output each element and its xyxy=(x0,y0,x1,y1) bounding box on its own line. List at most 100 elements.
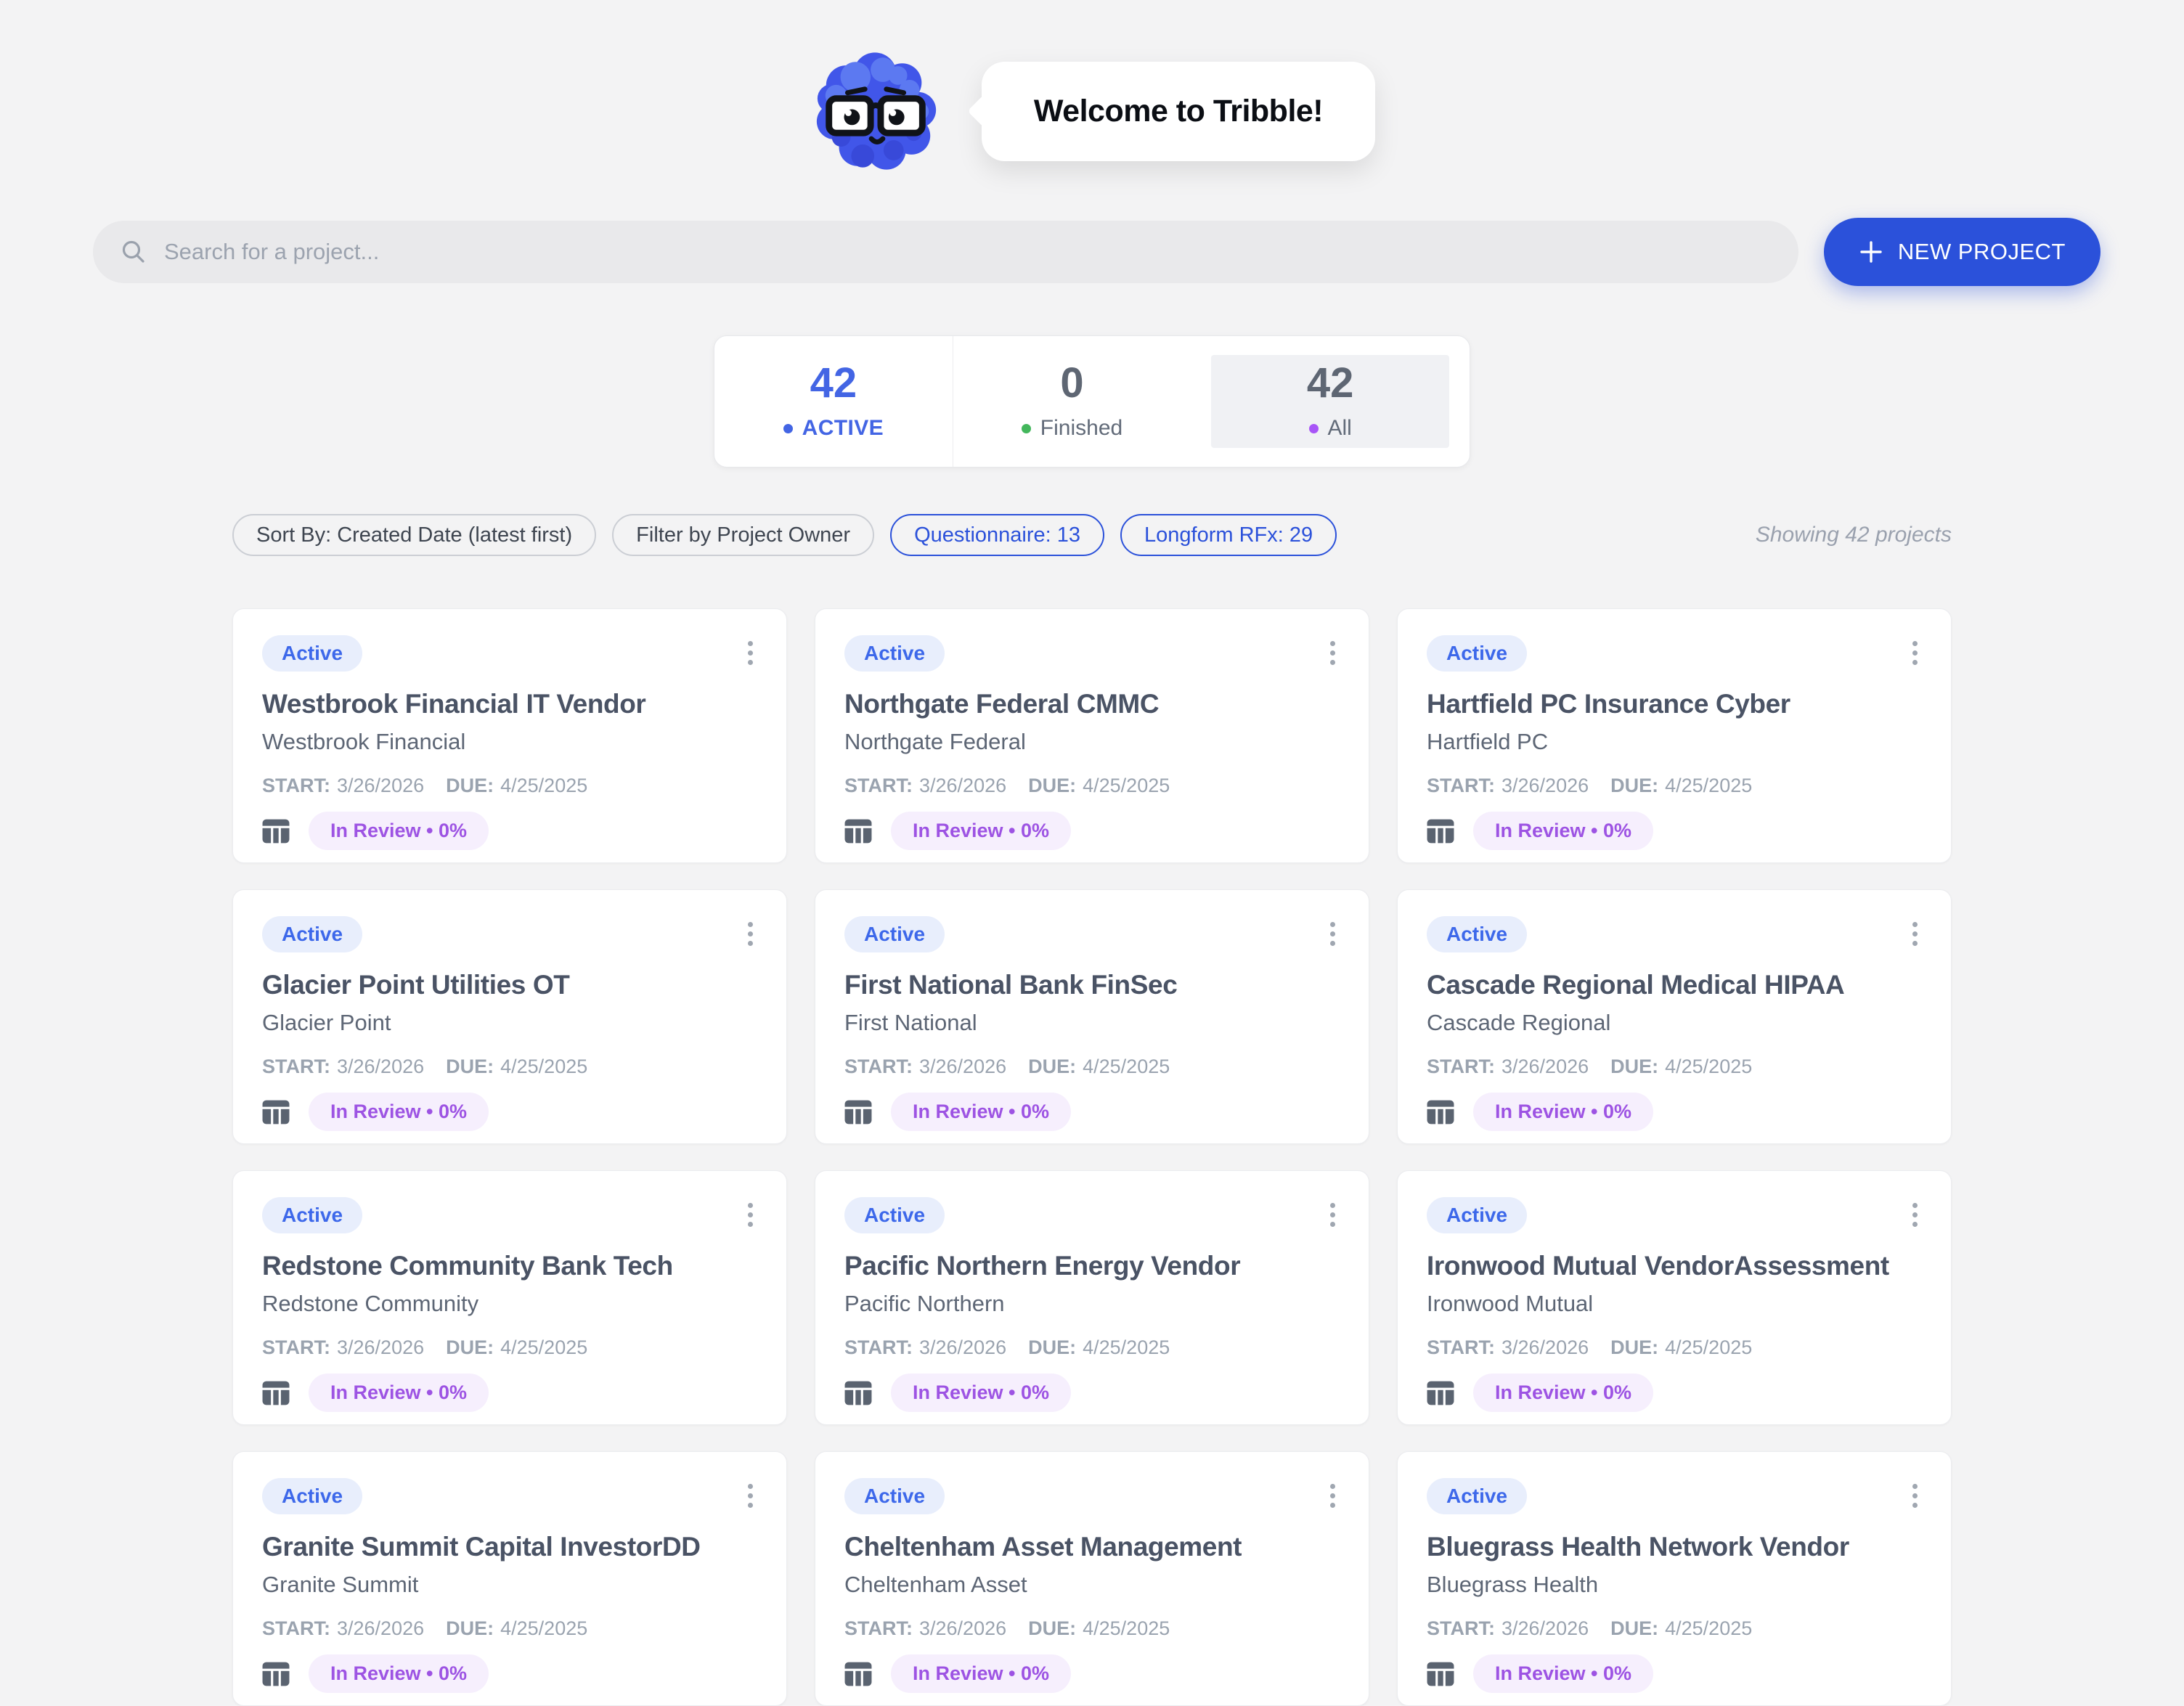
stat-tab-all[interactable]: 42 All xyxy=(1191,336,1470,467)
start-date: START:3/26/2026 xyxy=(262,1617,424,1640)
project-card[interactable]: Active Redstone Community Bank Tech Reds… xyxy=(232,1170,787,1425)
kebab-menu-icon[interactable] xyxy=(1908,916,1922,952)
project-company: Cheltenham Asset xyxy=(844,1572,1340,1598)
project-dates: START:3/26/2026 DUE:4/25/2025 xyxy=(262,1056,757,1078)
stat-tab-active[interactable]: 42 ACTIVE xyxy=(714,336,953,467)
project-title: Pacific Northern Energy Vendor xyxy=(844,1251,1340,1282)
status-badge: Active xyxy=(1427,916,1527,952)
project-dates: START:3/26/2026 DUE:4/25/2025 xyxy=(1427,1336,1922,1359)
due-date: DUE:4/25/2025 xyxy=(1610,775,1752,797)
card-footer: In Review • 0% xyxy=(1427,1093,1922,1131)
project-company: Glacier Point xyxy=(262,1010,757,1036)
kebab-menu-icon[interactable] xyxy=(743,635,757,671)
project-company: Cascade Regional xyxy=(1427,1010,1922,1036)
project-card[interactable]: Active Glacier Point Utilities OT Glacie… xyxy=(232,889,787,1144)
due-date: DUE:4/25/2025 xyxy=(1610,1056,1752,1078)
table-icon xyxy=(844,1662,872,1686)
project-card[interactable]: Active Cascade Regional Medical HIPAA Ca… xyxy=(1397,889,1952,1144)
card-footer: In Review • 0% xyxy=(262,812,757,850)
table-icon xyxy=(844,1100,872,1125)
card-footer: In Review • 0% xyxy=(1427,1654,1922,1693)
kebab-menu-icon[interactable] xyxy=(743,916,757,952)
status-dot-finished xyxy=(1022,424,1031,433)
stat-finished-label: Finished xyxy=(1022,416,1122,441)
project-title: Ironwood Mutual VendorAssessment xyxy=(1427,1251,1922,1282)
project-company: First National xyxy=(844,1010,1340,1036)
project-card[interactable]: Active Ironwood Mutual VendorAssessment … xyxy=(1397,1170,1952,1425)
kebab-menu-icon[interactable] xyxy=(1326,635,1340,671)
kebab-menu-icon[interactable] xyxy=(1326,1478,1340,1514)
due-date: DUE:4/25/2025 xyxy=(1028,1617,1170,1640)
status-dot-all xyxy=(1309,424,1319,433)
table-icon xyxy=(1427,1662,1454,1686)
project-company: Pacific Northern xyxy=(844,1291,1340,1317)
kebab-menu-icon[interactable] xyxy=(1908,1478,1922,1514)
filter-toolbar: Sort By: Created Date (latest first) Fil… xyxy=(232,514,1952,556)
review-progress-badge: In Review • 0% xyxy=(1473,1374,1653,1412)
status-badge: Active xyxy=(262,916,362,952)
card-header: Active xyxy=(844,635,1340,672)
project-card[interactable]: Active Westbrook Financial IT Vendor Wes… xyxy=(232,608,787,863)
new-project-button[interactable]: NEW PROJECT xyxy=(1824,218,2101,286)
stats-section: 42 ACTIVE 0 Finished 42 All xyxy=(0,335,2184,468)
project-card[interactable]: Active Bluegrass Health Network Vendor B… xyxy=(1397,1451,1952,1706)
start-date: START:3/26/2026 xyxy=(844,1056,1006,1078)
project-card[interactable]: Active Pacific Northern Energy Vendor Pa… xyxy=(815,1170,1369,1425)
stat-tab-finished[interactable]: 0 Finished xyxy=(953,336,1191,467)
status-badge: Active xyxy=(262,635,362,672)
project-card[interactable]: Active First National Bank FinSec First … xyxy=(815,889,1369,1144)
status-badge: Active xyxy=(1427,1478,1527,1514)
kebab-menu-icon[interactable] xyxy=(1326,916,1340,952)
filter-owner-chip[interactable]: Filter by Project Owner xyxy=(612,514,874,556)
card-footer: In Review • 0% xyxy=(262,1374,757,1412)
project-card[interactable]: Active Hartfield PC Insurance Cyber Hart… xyxy=(1397,608,1952,863)
card-footer: In Review • 0% xyxy=(844,1654,1340,1693)
search-icon xyxy=(121,239,147,265)
due-date: DUE:4/25/2025 xyxy=(446,775,587,797)
card-header: Active xyxy=(262,635,757,672)
plus-icon xyxy=(1859,240,1883,264)
project-card[interactable]: Active Granite Summit Capital InvestorDD… xyxy=(232,1451,787,1706)
project-dates: START:3/26/2026 DUE:4/25/2025 xyxy=(844,775,1340,797)
project-dates: START:3/26/2026 DUE:4/25/2025 xyxy=(1427,775,1922,797)
search-input[interactable] xyxy=(164,239,1788,265)
longform-rfx-filter-chip[interactable]: Longform RFx: 29 xyxy=(1120,514,1337,556)
status-badge: Active xyxy=(844,1197,945,1233)
search-bar[interactable] xyxy=(93,221,1798,283)
status-dot-active xyxy=(783,424,793,433)
review-progress-badge: In Review • 0% xyxy=(1473,812,1653,850)
table-icon xyxy=(262,1662,290,1686)
project-card[interactable]: Active Cheltenham Asset Management Chelt… xyxy=(815,1451,1369,1706)
start-date: START:3/26/2026 xyxy=(1427,1617,1589,1640)
start-date: START:3/26/2026 xyxy=(1427,1336,1589,1359)
status-badge: Active xyxy=(844,916,945,952)
kebab-menu-icon[interactable] xyxy=(1908,1197,1922,1233)
kebab-menu-icon[interactable] xyxy=(1908,635,1922,671)
sort-by-chip[interactable]: Sort By: Created Date (latest first) xyxy=(232,514,596,556)
start-date: START:3/26/2026 xyxy=(1427,1056,1589,1078)
table-icon xyxy=(1427,819,1454,844)
card-footer: In Review • 0% xyxy=(1427,812,1922,850)
project-title: Bluegrass Health Network Vendor xyxy=(1427,1532,1922,1563)
start-date: START:3/26/2026 xyxy=(262,1336,424,1359)
stat-active-value: 42 xyxy=(810,362,857,404)
project-title: Cascade Regional Medical HIPAA xyxy=(1427,970,1922,1001)
card-footer: In Review • 0% xyxy=(262,1093,757,1131)
table-icon xyxy=(844,1381,872,1405)
kebab-menu-icon[interactable] xyxy=(743,1478,757,1514)
due-date: DUE:4/25/2025 xyxy=(446,1336,587,1359)
review-progress-badge: In Review • 0% xyxy=(309,812,489,850)
project-dates: START:3/26/2026 DUE:4/25/2025 xyxy=(1427,1056,1922,1078)
card-header: Active xyxy=(262,916,757,952)
project-title: First National Bank FinSec xyxy=(844,970,1340,1001)
welcome-text: Welcome to Tribble! xyxy=(1034,94,1323,129)
project-dates: START:3/26/2026 DUE:4/25/2025 xyxy=(844,1056,1340,1078)
kebab-menu-icon[interactable] xyxy=(743,1197,757,1233)
due-date: DUE:4/25/2025 xyxy=(1610,1336,1752,1359)
due-date: DUE:4/25/2025 xyxy=(446,1617,587,1640)
kebab-menu-icon[interactable] xyxy=(1326,1197,1340,1233)
questionnaire-filter-chip[interactable]: Questionnaire: 13 xyxy=(890,514,1104,556)
card-header: Active xyxy=(1427,635,1922,672)
project-card[interactable]: Active Northgate Federal CMMC Northgate … xyxy=(815,608,1369,863)
project-dates: START:3/26/2026 DUE:4/25/2025 xyxy=(844,1617,1340,1640)
